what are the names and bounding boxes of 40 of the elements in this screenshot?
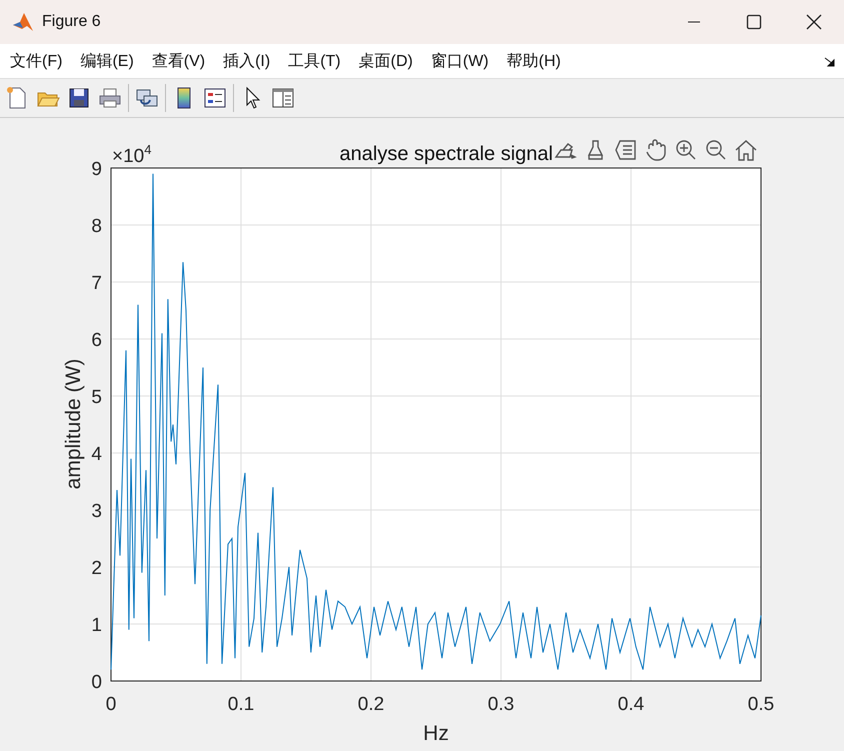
axis-label: amplitude (W) [62,358,85,490]
zoom-in-icon[interactable] [676,140,696,160]
tick-label: 7 [91,273,102,294]
zoom-out-icon[interactable] [706,140,726,160]
tick-label: 0.5 [748,694,774,715]
tick-label: 5 [91,387,102,408]
menu-item[interactable]: 编辑(E) [71,50,143,72]
tick-label: 0.2 [358,694,384,715]
export-icon[interactable] [555,143,577,159]
tick-label: 0 [106,694,116,715]
dock-arrow-icon[interactable] [824,57,836,67]
menu-item[interactable]: 文件(F) [0,50,72,72]
tick-label: 9 [91,159,102,180]
tick-label: 0.1 [228,694,254,715]
tick-label: 3 [91,501,102,522]
chart-title: analyse spectrale signal [340,143,553,165]
tick-label: 1 [91,615,102,636]
menu-item[interactable]: 桌面(D) [350,50,422,72]
tick-label: 0 [91,672,102,693]
menu-item[interactable]: 窗口(W) [422,50,498,72]
app-logo-icon [12,11,34,33]
close-icon[interactable] [806,14,822,30]
menu-item[interactable]: 插入(I) [214,50,280,72]
menu-item[interactable]: 工具(T) [279,50,350,72]
menu-item[interactable]: 查看(V) [142,50,214,72]
home-icon[interactable] [735,140,757,161]
tick-label: 6 [91,330,102,351]
axis-label: Hz [423,722,449,745]
brush-icon[interactable] [588,140,604,160]
tick-label: 0.3 [488,694,514,715]
menu-item[interactable]: 帮助(H) [498,50,570,72]
datatip-icon[interactable] [615,140,636,160]
pan-icon[interactable] [646,139,666,161]
tick-label: 4 [91,444,102,465]
window-title: Figure 6 [42,13,102,31]
tick-label: 8 [91,216,102,237]
axis-multiplier: ×10$^{4}$ [112,142,152,167]
maximize-icon[interactable] [746,14,762,30]
tick-label: 2 [91,558,102,579]
tick-label: 0.4 [618,694,644,715]
